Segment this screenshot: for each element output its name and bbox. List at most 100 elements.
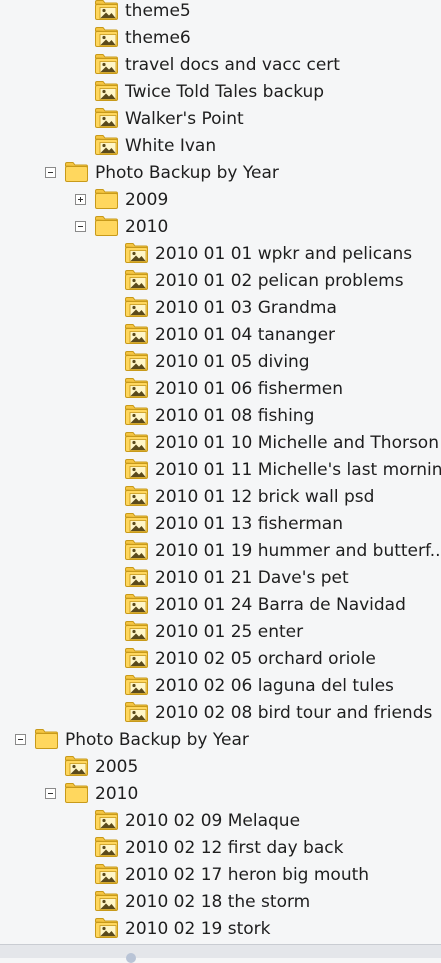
tree-item[interactable]: 2010 01 19 hummer and butterf... bbox=[0, 538, 441, 565]
tree-item-label: 2010 bbox=[95, 784, 139, 804]
tree-item[interactable]: 2010 02 08 bird tour and friends bbox=[0, 700, 441, 727]
tree-item-label: 2010 01 06 fishermen bbox=[155, 379, 344, 399]
tree-item[interactable]: 2010 02 12 first day back bbox=[0, 835, 441, 862]
tree-item[interactable]: 2010 01 25 enter bbox=[0, 619, 441, 646]
collapse-toggle-icon[interactable] bbox=[45, 167, 56, 178]
photo-folder-icon bbox=[124, 701, 150, 723]
photo-folder-icon bbox=[94, 890, 120, 912]
tree-item[interactable]: 2010 01 10 Michelle and Thorson bbox=[0, 430, 441, 457]
tree-item[interactable]: theme5 bbox=[0, 0, 441, 25]
tree-item-label: 2010 01 10 Michelle and Thorson bbox=[155, 433, 439, 453]
photo-folder-icon bbox=[94, 53, 120, 75]
tree-item-label: theme5 bbox=[125, 1, 191, 21]
tree-item[interactable]: 2010 01 05 diving bbox=[0, 349, 441, 376]
tree-item[interactable]: 2010 02 18 the storm bbox=[0, 889, 441, 916]
tree-item-label: Walker's Point bbox=[125, 109, 244, 129]
photo-folder-icon bbox=[94, 863, 120, 885]
expand-toggle-icon[interactable] bbox=[75, 194, 86, 205]
tree-item-label: 2010 01 11 Michelle's last morning bbox=[155, 460, 441, 480]
photo-folder-icon bbox=[94, 26, 120, 48]
tree-item-label: 2010 01 21 Dave's pet bbox=[155, 568, 349, 588]
photo-folder-icon bbox=[94, 80, 120, 102]
tree-item[interactable]: 2009 bbox=[0, 187, 441, 214]
status-bar bbox=[0, 944, 441, 963]
tree-item-label: 2010 01 25 enter bbox=[155, 622, 304, 642]
tree-item[interactable]: theme6 bbox=[0, 25, 441, 52]
tree-item[interactable]: 2010 01 03 Grandma bbox=[0, 295, 441, 322]
tree-item[interactable]: 2010 02 05 orchard oriole bbox=[0, 646, 441, 673]
folder-icon bbox=[94, 188, 120, 210]
tree-item[interactable]: 2010 01 02 pelican problems bbox=[0, 268, 441, 295]
tree-item-label: 2010 02 06 laguna del tules bbox=[155, 676, 394, 696]
tree-item-label: 2010 01 05 diving bbox=[155, 352, 310, 372]
tree-item-label: 2010 01 04 tananger bbox=[155, 325, 336, 345]
tree-item-label: theme6 bbox=[125, 28, 191, 48]
folder-icon bbox=[64, 161, 90, 183]
tree-item-label: 2009 bbox=[125, 190, 169, 210]
tree-item-label: 2010 02 05 orchard oriole bbox=[155, 649, 376, 669]
photo-folder-icon bbox=[124, 458, 150, 480]
photo-folder-icon bbox=[94, 134, 120, 156]
photo-folder-icon bbox=[124, 404, 150, 426]
tree-item-label: 2010 02 12 first day back bbox=[125, 838, 344, 858]
collapse-toggle-icon[interactable] bbox=[75, 221, 86, 232]
folder-icon bbox=[34, 728, 60, 750]
tree-item[interactable]: Photo Backup by Year bbox=[0, 160, 441, 187]
tree-item[interactable]: 2010 01 06 fishermen bbox=[0, 376, 441, 403]
photo-folder-icon bbox=[124, 269, 150, 291]
tree-item-label: 2010 02 09 Melaque bbox=[125, 811, 301, 831]
collapse-toggle-icon[interactable] bbox=[15, 734, 26, 745]
collapse-toggle-icon[interactable] bbox=[45, 788, 56, 799]
tree-item[interactable]: 2010 bbox=[0, 781, 441, 808]
folder-icon bbox=[94, 215, 120, 237]
photo-folder-icon bbox=[94, 836, 120, 858]
photo-folder-icon bbox=[124, 620, 150, 642]
tree-item[interactable]: Photo Backup by Year bbox=[0, 727, 441, 754]
photo-folder-icon bbox=[94, 809, 120, 831]
tree-item-label: 2010 01 19 hummer and butterf... bbox=[155, 541, 441, 561]
tree-item-label: 2010 01 13 fisherman bbox=[155, 514, 343, 534]
photo-folder-icon bbox=[124, 566, 150, 588]
tree-item[interactable]: 2010 02 17 heron big mouth bbox=[0, 862, 441, 889]
photo-folder-icon bbox=[94, 0, 120, 21]
tree-item[interactable]: 2010 01 11 Michelle's last morning bbox=[0, 457, 441, 484]
photo-folder-icon bbox=[124, 674, 150, 696]
tree-item-label: 2010 02 08 bird tour and friends bbox=[155, 703, 433, 723]
tree-item[interactable]: 2010 02 19 stork bbox=[0, 916, 441, 943]
tree-item[interactable]: 2010 01 24 Barra de Navidad bbox=[0, 592, 441, 619]
tree-item[interactable]: White Ivan bbox=[0, 133, 441, 160]
tree-item[interactable]: 2010 01 21 Dave's pet bbox=[0, 565, 441, 592]
photo-folder-icon bbox=[94, 917, 120, 939]
folder-tree[interactable]: theme5 theme6 travel docs and vacc cert Twi… bbox=[0, 0, 441, 944]
tree-item[interactable]: 2005 bbox=[0, 754, 441, 781]
tree-item[interactable]: 2010 bbox=[0, 214, 441, 241]
photo-folder-icon bbox=[124, 296, 150, 318]
photo-folder-icon bbox=[124, 323, 150, 345]
photo-folder-icon bbox=[94, 107, 120, 129]
tree-item[interactable]: 2010 02 06 laguna del tules bbox=[0, 673, 441, 700]
tree-item-label: Photo Backup by Year bbox=[95, 163, 279, 183]
tree-item[interactable]: 2010 01 13 fisherman bbox=[0, 511, 441, 538]
tree-item[interactable]: Walker's Point bbox=[0, 106, 441, 133]
photo-folder-icon bbox=[124, 512, 150, 534]
photo-folder-icon bbox=[124, 242, 150, 264]
tree-item-label: White Ivan bbox=[125, 136, 217, 156]
tree-item[interactable]: 2010 01 12 brick wall psd bbox=[0, 484, 441, 511]
tree-item-label: 2010 01 01 wpkr and pelicans bbox=[155, 244, 413, 264]
tree-item[interactable]: Twice Told Tales backup bbox=[0, 79, 441, 106]
photo-folder-icon bbox=[124, 431, 150, 453]
tree-item-label: 2010 01 12 brick wall psd bbox=[155, 487, 375, 507]
status-indicator-icon bbox=[126, 953, 136, 963]
tree-item-label: travel docs and vacc cert bbox=[125, 55, 340, 75]
photo-folder-icon bbox=[64, 755, 90, 777]
tree-item[interactable]: travel docs and vacc cert bbox=[0, 52, 441, 79]
tree-item[interactable]: 2010 01 08 fishing bbox=[0, 403, 441, 430]
tree-item[interactable]: 2010 01 01 wpkr and pelicans bbox=[0, 241, 441, 268]
photo-folder-icon bbox=[124, 377, 150, 399]
photo-folder-icon bbox=[124, 539, 150, 561]
tree-item[interactable]: 2010 01 04 tananger bbox=[0, 322, 441, 349]
tree-item-label: 2010 01 02 pelican problems bbox=[155, 271, 404, 291]
tree-item-label: 2010 02 19 stork bbox=[125, 919, 271, 939]
photo-folder-icon bbox=[124, 593, 150, 615]
tree-item[interactable]: 2010 02 09 Melaque bbox=[0, 808, 441, 835]
